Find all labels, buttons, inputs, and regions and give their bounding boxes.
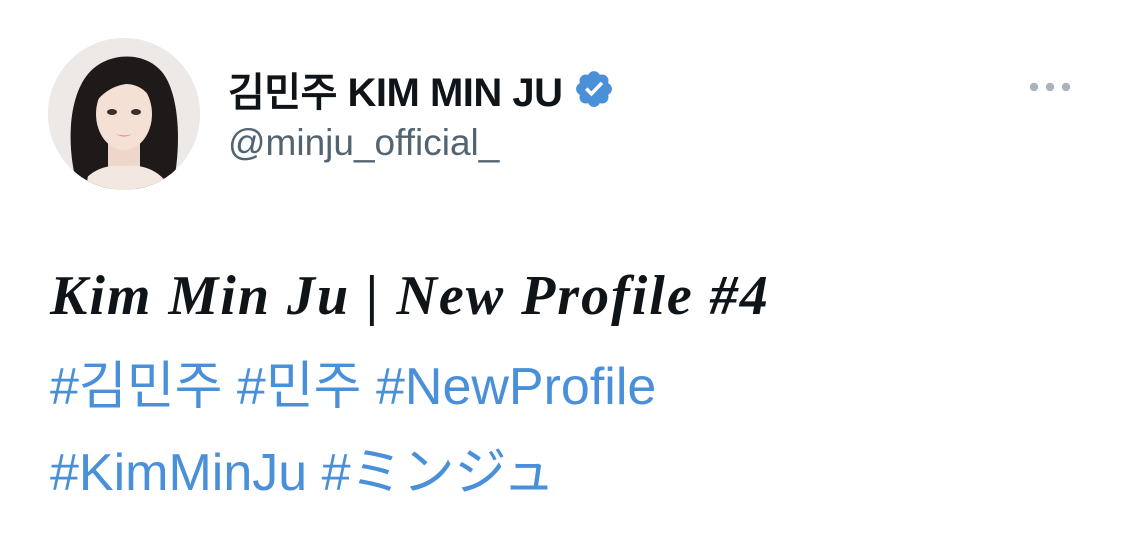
more-horizontal-icon — [1029, 82, 1071, 92]
hashtag-line: #김민주 #민주 #NewProfile — [50, 344, 1090, 430]
hashtag-line: #KimMinJu #ミンジュ — [50, 430, 1090, 516]
hashtag-link[interactable]: #NewProfile — [376, 358, 656, 416]
tweet-title: Kim Min Ju | New Profile #4 — [50, 265, 770, 327]
more-options-button[interactable] — [1022, 70, 1078, 104]
author-name-row[interactable]: 김민주 KIM MIN JU — [228, 64, 615, 115]
tweet-text: Kim Min Ju | New Profile #4 #김민주 #민주 #Ne… — [50, 262, 1090, 516]
hashtag-block: #김민주 #민주 #NewProfile #KimMinJu #ミンジュ — [50, 344, 1090, 516]
avatar[interactable] — [48, 38, 200, 190]
hashtag-link[interactable]: #ミンジュ — [322, 444, 555, 502]
author-handle[interactable]: @minju_official_ — [228, 122, 499, 164]
profile-photo-icon — [48, 38, 200, 190]
verified-badge-icon — [573, 68, 615, 110]
display-name[interactable]: 김민주 KIM MIN JU — [228, 60, 563, 118]
hashtag-link[interactable]: #KimMinJu — [50, 444, 307, 502]
tweet: 김민주 KIM MIN JU @minju_official_ Kim Min … — [0, 0, 1125, 555]
hashtag-link[interactable]: #김민주 — [50, 358, 222, 416]
hashtag-link[interactable]: #민주 — [237, 358, 362, 416]
